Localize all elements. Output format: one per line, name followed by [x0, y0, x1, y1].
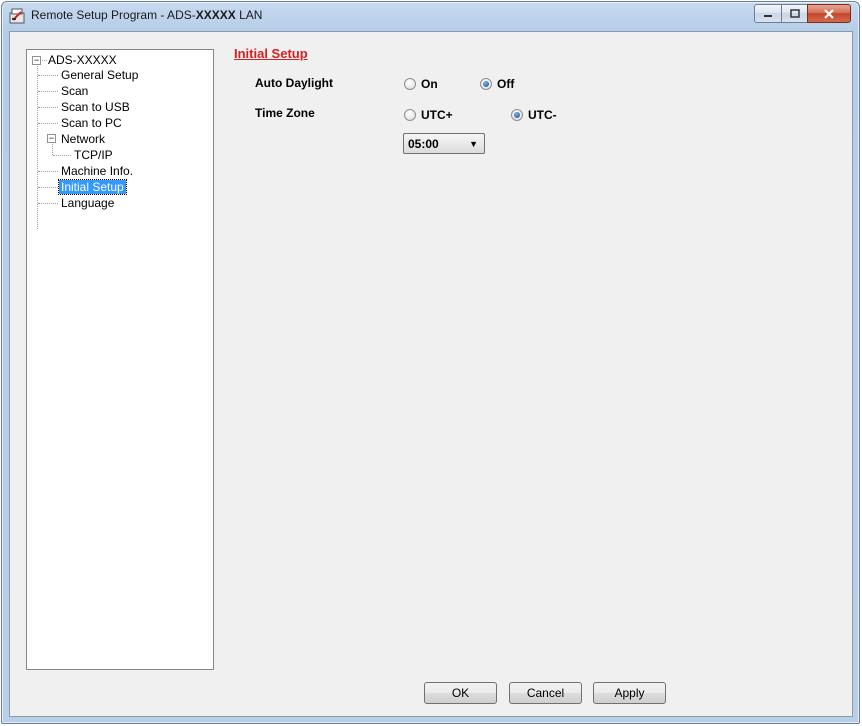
window-title: Remote Setup Program - ADS-XXXXX LAN: [31, 8, 263, 22]
apply-button[interactable]: Apply: [593, 682, 666, 704]
title-bar[interactable]: Remote Setup Program - ADS-XXXXX LAN: [2, 2, 859, 30]
cancel-button[interactable]: Cancel: [509, 682, 582, 704]
tree-item-scan-to-pc[interactable]: Scan to PC: [59, 116, 124, 131]
collapse-icon[interactable]: −: [32, 56, 41, 65]
window-controls: [754, 4, 851, 24]
tree-item-network[interactable]: Network: [59, 132, 107, 147]
radio-circle-icon: [404, 78, 416, 90]
tree-item-scan-to-usb[interactable]: Scan to USB: [59, 100, 132, 115]
auto-daylight-off-radio[interactable]: Off: [480, 77, 514, 91]
dialog-client-area: − ADS-XXXXX General Setup Scan Scan to U…: [9, 31, 853, 717]
tree-item-language[interactable]: Language: [59, 196, 116, 211]
tree-item-tcp-ip[interactable]: TCP/IP: [72, 148, 115, 163]
collapse-icon[interactable]: −: [47, 134, 56, 143]
time-zone-label: Time Zone: [255, 106, 315, 120]
radio-selected-icon: [511, 109, 523, 121]
app-window: Remote Setup Program - ADS-XXXXX LAN − A…: [1, 1, 860, 724]
close-icon: [824, 8, 834, 19]
time-zone-utc-plus-radio[interactable]: UTC+: [404, 108, 453, 122]
close-button[interactable]: [807, 4, 851, 23]
utc-offset-select[interactable]: 05:00 ▼: [403, 133, 485, 154]
maximize-button[interactable]: [781, 4, 807, 23]
tree-item-general-setup[interactable]: General Setup: [59, 68, 140, 83]
auto-daylight-label: Auto Daylight: [255, 76, 333, 90]
tree-item-machine-info[interactable]: Machine Info.: [59, 164, 135, 179]
maximize-icon: [789, 9, 800, 18]
minimize-button[interactable]: [754, 4, 781, 23]
minimize-icon: [764, 14, 772, 17]
settings-tree[interactable]: − ADS-XXXXX General Setup Scan Scan to U…: [26, 49, 214, 670]
ok-button[interactable]: OK: [424, 682, 497, 704]
dropdown-arrow-icon: ▼: [469, 139, 478, 149]
time-zone-utc-minus-radio[interactable]: UTC-: [511, 108, 557, 122]
tree-item-scan[interactable]: Scan: [59, 84, 90, 99]
tree-root[interactable]: ADS-XXXXX: [46, 53, 119, 68]
section-title: Initial Setup: [234, 46, 308, 61]
radio-circle-icon: [404, 109, 416, 121]
remote-setup-app-icon: [9, 8, 25, 24]
tree-item-initial-setup[interactable]: Initial Setup: [58, 179, 127, 195]
auto-daylight-on-radio[interactable]: On: [404, 77, 438, 91]
radio-selected-icon: [480, 78, 492, 90]
